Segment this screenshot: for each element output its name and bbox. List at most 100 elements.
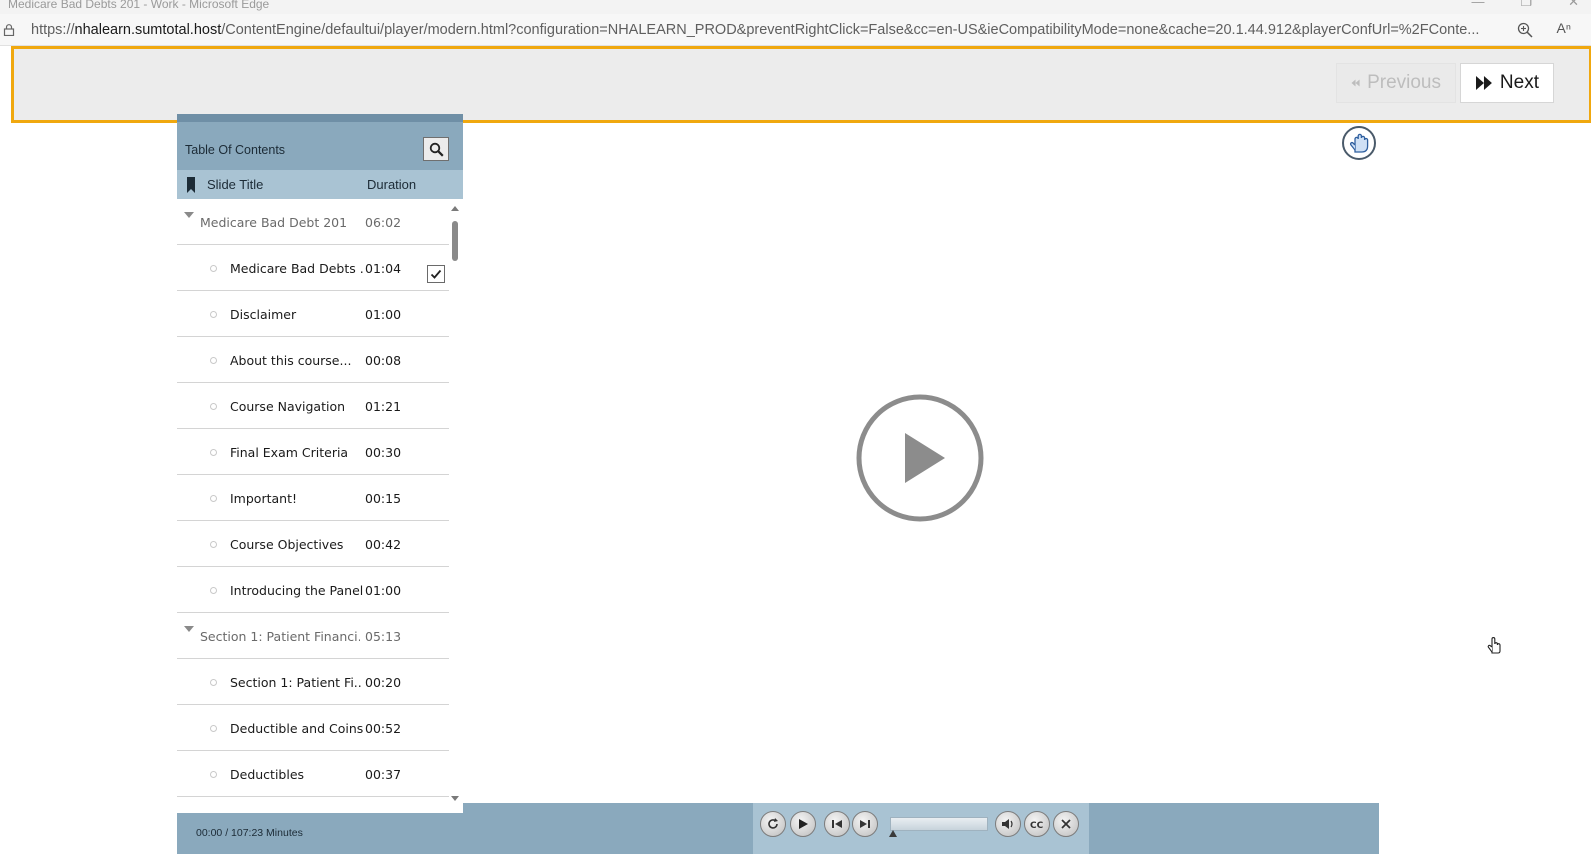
toc-search-button[interactable] — [423, 137, 449, 161]
player-controls: CC — [753, 803, 1089, 854]
url-field[interactable]: https://nhalearn.sumtotal.host/ContentEn… — [31, 22, 1511, 38]
progress-bar[interactable] — [890, 817, 988, 831]
toc-item-label: Disclaimer — [230, 307, 297, 322]
slide-status-dot-icon — [210, 679, 217, 686]
mouse-cursor-icon — [1487, 637, 1501, 654]
toc-item-duration: 01:04 — [365, 261, 402, 276]
slide-status-dot-icon — [210, 771, 217, 778]
closed-captions-icon: CC — [1030, 821, 1044, 830]
search-icon — [429, 142, 444, 157]
window-controls: — ❐ ✕ — [1471, 0, 1579, 8]
toc-item-duration: 01:00 — [365, 307, 402, 322]
slide-status-dot-icon — [210, 541, 217, 548]
toc-slide-row[interactable]: Deductibles 00:37 — [177, 751, 449, 797]
replay-button[interactable] — [760, 811, 786, 837]
toc-item-label: About this course... — [230, 353, 352, 368]
toc-slide-row[interactable]: Medicare Bad Debts ... 01:04 — [177, 245, 449, 291]
toc-slide-row[interactable]: Important! 00:15 — [177, 475, 449, 521]
toc-list: Medicare Bad Debt 201 06:02 Medicare Bad D… — [177, 199, 449, 799]
toc-item-duration: 00:37 — [365, 767, 402, 782]
scroll-down-arrow-icon[interactable] — [451, 796, 459, 801]
toc-slide-row[interactable] — [177, 797, 449, 799]
play-icon — [799, 819, 808, 829]
close-icon — [1061, 819, 1071, 829]
volume-icon — [1002, 819, 1013, 829]
close-window-icon[interactable]: ✕ — [1568, 0, 1579, 8]
previous-button[interactable]: Previous — [1336, 63, 1456, 103]
toc-item-duration: 05:13 — [365, 629, 402, 644]
toc-item-label: Course Navigation — [230, 399, 346, 414]
skip-forward-button[interactable] — [852, 811, 878, 837]
toc-slide-row[interactable]: Disclaimer 01:00 — [177, 291, 449, 337]
toc-section-row[interactable]: Medicare Bad Debt 201 06:02 — [177, 199, 449, 245]
completed-checkbox[interactable] — [427, 265, 445, 283]
toc-item-duration: 00:08 — [365, 353, 402, 368]
column-duration: Duration — [367, 177, 417, 192]
address-bar: https://nhalearn.sumtotal.host/ContentEn… — [0, 14, 1591, 46]
zoom-icon[interactable] — [1517, 22, 1533, 38]
rewind-icon — [1351, 79, 1360, 87]
svg-text:CC: CC — [1030, 821, 1044, 830]
toc-item-duration: 01:00 — [365, 583, 402, 598]
toc-item-duration: 00:52 — [365, 721, 402, 736]
lock-icon[interactable] — [3, 24, 15, 36]
closed-captions-button[interactable]: CC — [1024, 811, 1050, 837]
toc-slide-row[interactable]: Course Navigation 01:21 — [177, 383, 449, 429]
slide-status-dot-icon — [210, 403, 217, 410]
toc-item-label: Section 1: Patient Financi... — [200, 629, 360, 644]
expand-triangle-icon[interactable] — [184, 212, 194, 218]
scroll-up-arrow-icon[interactable] — [451, 206, 459, 211]
close-player-button[interactable] — [1053, 811, 1079, 837]
expand-triangle-icon[interactable] — [184, 626, 194, 632]
toc-item-duration: 00:20 — [365, 675, 402, 690]
scroll-thumb[interactable] — [452, 221, 458, 261]
window-titlebar: Medicare Bad Debts 201 - Work - Microsof… — [0, 0, 1591, 14]
read-aloud-icon[interactable]: Aⁿ — [1557, 20, 1571, 36]
toc-item-duration: 01:21 — [365, 399, 402, 414]
toc-item-duration: 00:15 — [365, 491, 402, 506]
toc-item-duration: 00:42 — [365, 537, 402, 552]
slide-status-dot-icon — [210, 725, 217, 732]
restore-icon[interactable]: ❐ — [1520, 0, 1532, 8]
toc-title: Table Of Contents — [185, 143, 286, 157]
toc-item-label: Medicare Bad Debt 201 — [200, 215, 348, 230]
toc-item-label: Introducing the Panel — [230, 583, 363, 598]
slide-status-dot-icon — [210, 265, 217, 272]
previous-label: Previous — [1367, 72, 1441, 93]
toc-item-label: Deductibles — [230, 767, 305, 782]
minimize-icon[interactable]: — — [1471, 0, 1484, 8]
toc-slide-row[interactable]: Section 1: Patient Fi... 00:20 — [177, 659, 449, 705]
big-play-button-icon[interactable] — [855, 393, 985, 523]
url-host: nhalearn.sumtotal.host — [74, 22, 222, 38]
slide-status-dot-icon — [210, 495, 217, 502]
toc-item-duration: 06:02 — [365, 215, 402, 230]
slide-status-dot-icon — [210, 311, 217, 318]
url-path: /ContentEngine/defaultui/player/modern.h… — [221, 22, 1480, 38]
toc-scrollbar[interactable] — [449, 204, 463, 804]
skip-forward-icon — [860, 820, 870, 828]
progress-marker[interactable] — [889, 830, 897, 837]
toc-item-label: Section 1: Patient Fi... — [230, 675, 363, 690]
toc-slide-row[interactable]: About this course... 00:08 — [177, 337, 449, 383]
slide-status-dot-icon — [210, 357, 217, 364]
player-control-bar: CC — [463, 803, 1379, 854]
toc-footer: 00:00 / 107:23 Minutes — [177, 813, 463, 854]
play-button[interactable] — [790, 811, 816, 837]
slide-status-dot-icon — [210, 449, 217, 456]
next-label: Next — [1499, 72, 1539, 93]
next-button[interactable]: Next — [1460, 63, 1554, 103]
toc-slide-row[interactable]: Final Exam Criteria 00:30 — [177, 429, 449, 475]
bookmark-icon[interactable] — [187, 177, 195, 193]
toc-slide-row[interactable]: Introducing the Panel 01:00 — [177, 567, 449, 613]
toc-section-row[interactable]: Section 1: Patient Financi... 05:13 — [177, 613, 449, 659]
skip-back-button[interactable] — [824, 811, 850, 837]
toc-slide-row[interactable]: Deductible and Coins... 00:52 — [177, 705, 449, 751]
replay-icon — [768, 818, 778, 829]
toc-item-label: Medicare Bad Debts ... — [230, 261, 363, 276]
slide-stage[interactable] — [463, 123, 1379, 803]
slide-status-dot-icon — [210, 587, 217, 594]
volume-button[interactable] — [995, 811, 1021, 837]
elapsed-time: 00:00 / 107:23 Minutes — [196, 827, 303, 839]
toc-slide-row[interactable]: Course Objectives 00:42 — [177, 521, 449, 567]
hand-pointer-icon[interactable] — [1341, 125, 1377, 161]
